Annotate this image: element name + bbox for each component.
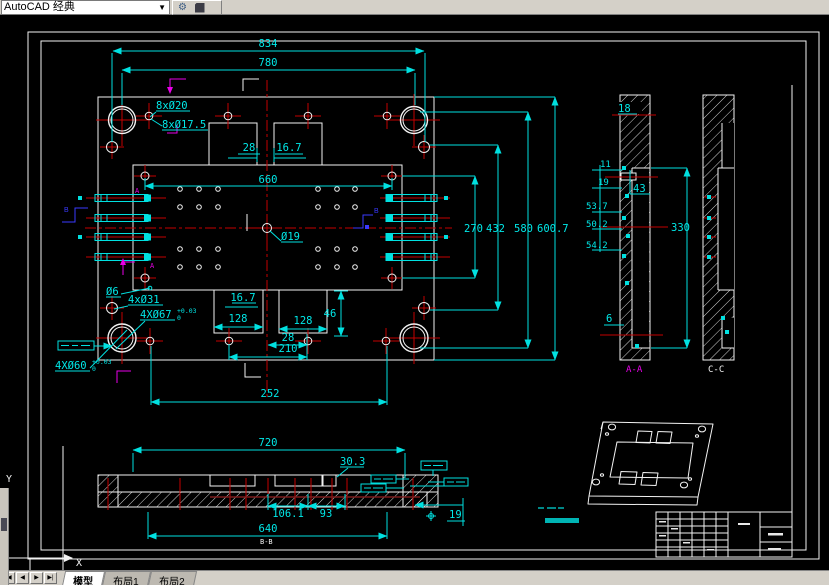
section-c-view: C-C bbox=[702, 94, 735, 375]
label-d19: Ø19 bbox=[281, 231, 300, 243]
dim-28-top: 28 bbox=[243, 142, 256, 154]
dim-580: 580 bbox=[514, 223, 533, 235]
dim-303: 30.3 bbox=[340, 456, 365, 468]
label-4xd60-tol-lower: 0 bbox=[92, 365, 96, 373]
workspace-value: AutoCAD 经典 bbox=[4, 1, 75, 13]
section-b-letter: B bbox=[64, 207, 69, 214]
dim-640: 640 bbox=[259, 523, 278, 535]
label-4xd31: 4xØ31 bbox=[128, 294, 160, 306]
dim-93: 93 bbox=[320, 508, 333, 520]
ucs-y-label: Y bbox=[6, 474, 12, 485]
dim-128-left: 128 bbox=[229, 313, 248, 325]
dim-18: 18 bbox=[618, 103, 631, 115]
bottom-view-label: B-B bbox=[260, 538, 273, 546]
section-a-label: A-A bbox=[626, 365, 643, 375]
workspace-lock-button[interactable] bbox=[192, 2, 207, 13]
workspace-lock-icon bbox=[194, 2, 205, 13]
ucs-x-label: X bbox=[76, 558, 82, 569]
dim-537: 53.7 bbox=[586, 202, 608, 212]
section-c-label: C-C bbox=[708, 365, 724, 375]
dim-19: 19 bbox=[598, 178, 609, 188]
dim-502: 50.2 bbox=[586, 220, 608, 230]
dim-210: 210 bbox=[279, 343, 298, 355]
sliver-grip bbox=[1, 518, 7, 531]
dim-660: 660 bbox=[259, 174, 278, 186]
dim-6007: 600.7 bbox=[537, 223, 569, 235]
workspace-settings-button[interactable]: ⚙ bbox=[175, 2, 190, 13]
workspace-toolbar-panel: ⚙ bbox=[172, 0, 222, 15]
dim-19-side: 19 bbox=[449, 509, 462, 521]
chevron-down-icon[interactable]: ▼ bbox=[158, 3, 169, 12]
dim-252: 252 bbox=[261, 388, 280, 400]
label-4xd60: 4XØ60 bbox=[55, 360, 87, 372]
dim-167-bottom: 16.7 bbox=[230, 292, 255, 304]
dim-46: 46 bbox=[324, 308, 337, 320]
dim-11: 11 bbox=[600, 160, 611, 170]
dim-780: 780 bbox=[259, 57, 278, 69]
dim-432: 432 bbox=[486, 223, 505, 235]
autocad-window: A A B B 834 780 28 16.7 660 8xØ20 8xØ17.… bbox=[0, 0, 829, 585]
dim-128-right: 128 bbox=[294, 315, 313, 327]
workspace-dropdown[interactable]: AutoCAD 经典 ▼ bbox=[1, 0, 170, 15]
dim-270: 270 bbox=[464, 223, 483, 235]
section-b-letter: B bbox=[374, 208, 379, 215]
dim-834: 834 bbox=[259, 38, 278, 50]
dim-330: 330 bbox=[671, 222, 690, 234]
dim-542: 54.2 bbox=[586, 241, 608, 251]
label-8xd20: 8xØ20 bbox=[156, 100, 188, 112]
drawing-canvas[interactable]: A A B B 834 780 28 16.7 660 8xØ20 8xØ17.… bbox=[0, 0, 829, 585]
last-tab-icon[interactable]: ▶| bbox=[44, 572, 57, 584]
label-d6: Ø6 bbox=[106, 286, 119, 298]
layout-tab-bar: |◀ ◀ ▶ ▶| 模型 布局1 布局2 bbox=[0, 570, 829, 585]
previous-tab-icon[interactable]: ◀ bbox=[16, 572, 29, 584]
gear-icon: ⚙ bbox=[178, 1, 187, 13]
dim-1061: 106.1 bbox=[272, 508, 304, 520]
label-4xd67: 4XØ67 bbox=[140, 309, 172, 321]
layout-tabs: 模型 布局1 布局2 bbox=[60, 571, 197, 585]
next-tab-icon[interactable]: ▶ bbox=[30, 572, 43, 584]
dim-43: 43 bbox=[633, 183, 646, 195]
tab-layout1[interactable]: 布局1 bbox=[100, 571, 151, 585]
dim-167-top: 16.7 bbox=[276, 142, 301, 154]
label-4xd67-tol-lower: 0 bbox=[177, 314, 181, 322]
tab-model[interactable]: 模型 bbox=[60, 571, 106, 585]
label-8xd175: 8xØ17.5 bbox=[162, 119, 206, 131]
dim-720: 720 bbox=[259, 437, 278, 449]
docked-toolbar-sliver[interactable] bbox=[0, 488, 9, 585]
tab-layout2[interactable]: 布局2 bbox=[146, 571, 197, 585]
dim-6: 6 bbox=[606, 313, 612, 325]
toolbar: AutoCAD 经典 ▼ ⚙ bbox=[0, 0, 829, 15]
